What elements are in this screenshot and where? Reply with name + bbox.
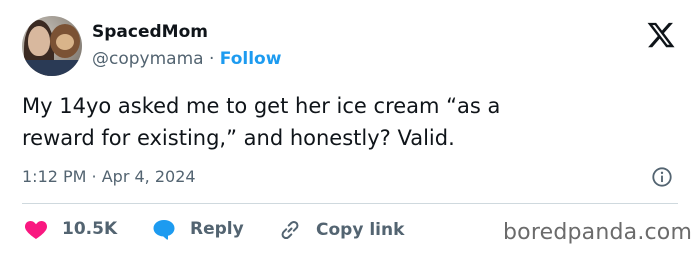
avatar-monkey-face bbox=[56, 34, 74, 50]
handle-row: @copymama · Follow bbox=[92, 49, 281, 69]
tweet-text: My 14yo asked me to get her ice cream “a… bbox=[22, 90, 662, 154]
divider bbox=[22, 203, 678, 204]
tweet-timestamp[interactable]: 1:12 PM · Apr 4, 2024 bbox=[22, 167, 196, 186]
display-name[interactable]: SpacedMom bbox=[92, 22, 208, 42]
watermark: boredpanda.com bbox=[503, 220, 693, 245]
like-count: 10.5K bbox=[62, 219, 118, 239]
info-icon[interactable] bbox=[651, 166, 673, 188]
handle-separator: · bbox=[208, 49, 215, 69]
user-handle[interactable]: @copymama bbox=[92, 49, 204, 69]
tweet-text-line-1: My 14yo asked me to get her ice cream “a… bbox=[22, 94, 501, 118]
like-button[interactable]: 10.5K bbox=[24, 218, 117, 240]
reply-bubble-icon bbox=[153, 220, 175, 240]
reply-label: Reply bbox=[190, 219, 244, 239]
heart-icon bbox=[24, 221, 48, 239]
copy-link-button[interactable]: Copy link bbox=[278, 218, 404, 242]
avatar-face bbox=[28, 26, 50, 56]
reply-button[interactable]: Reply bbox=[152, 218, 244, 240]
follow-button[interactable]: Follow bbox=[220, 49, 282, 69]
tweet-text-line-2: reward for existing,” and honestly? Vali… bbox=[22, 126, 455, 150]
link-icon bbox=[281, 220, 299, 240]
avatar-shirt bbox=[22, 60, 82, 76]
copy-link-label: Copy link bbox=[316, 220, 405, 240]
avatar[interactable] bbox=[22, 16, 82, 76]
x-logo-icon[interactable] bbox=[646, 20, 676, 50]
tweet-card: SpacedMom @copymama · Follow My 14yo ask… bbox=[0, 0, 700, 256]
